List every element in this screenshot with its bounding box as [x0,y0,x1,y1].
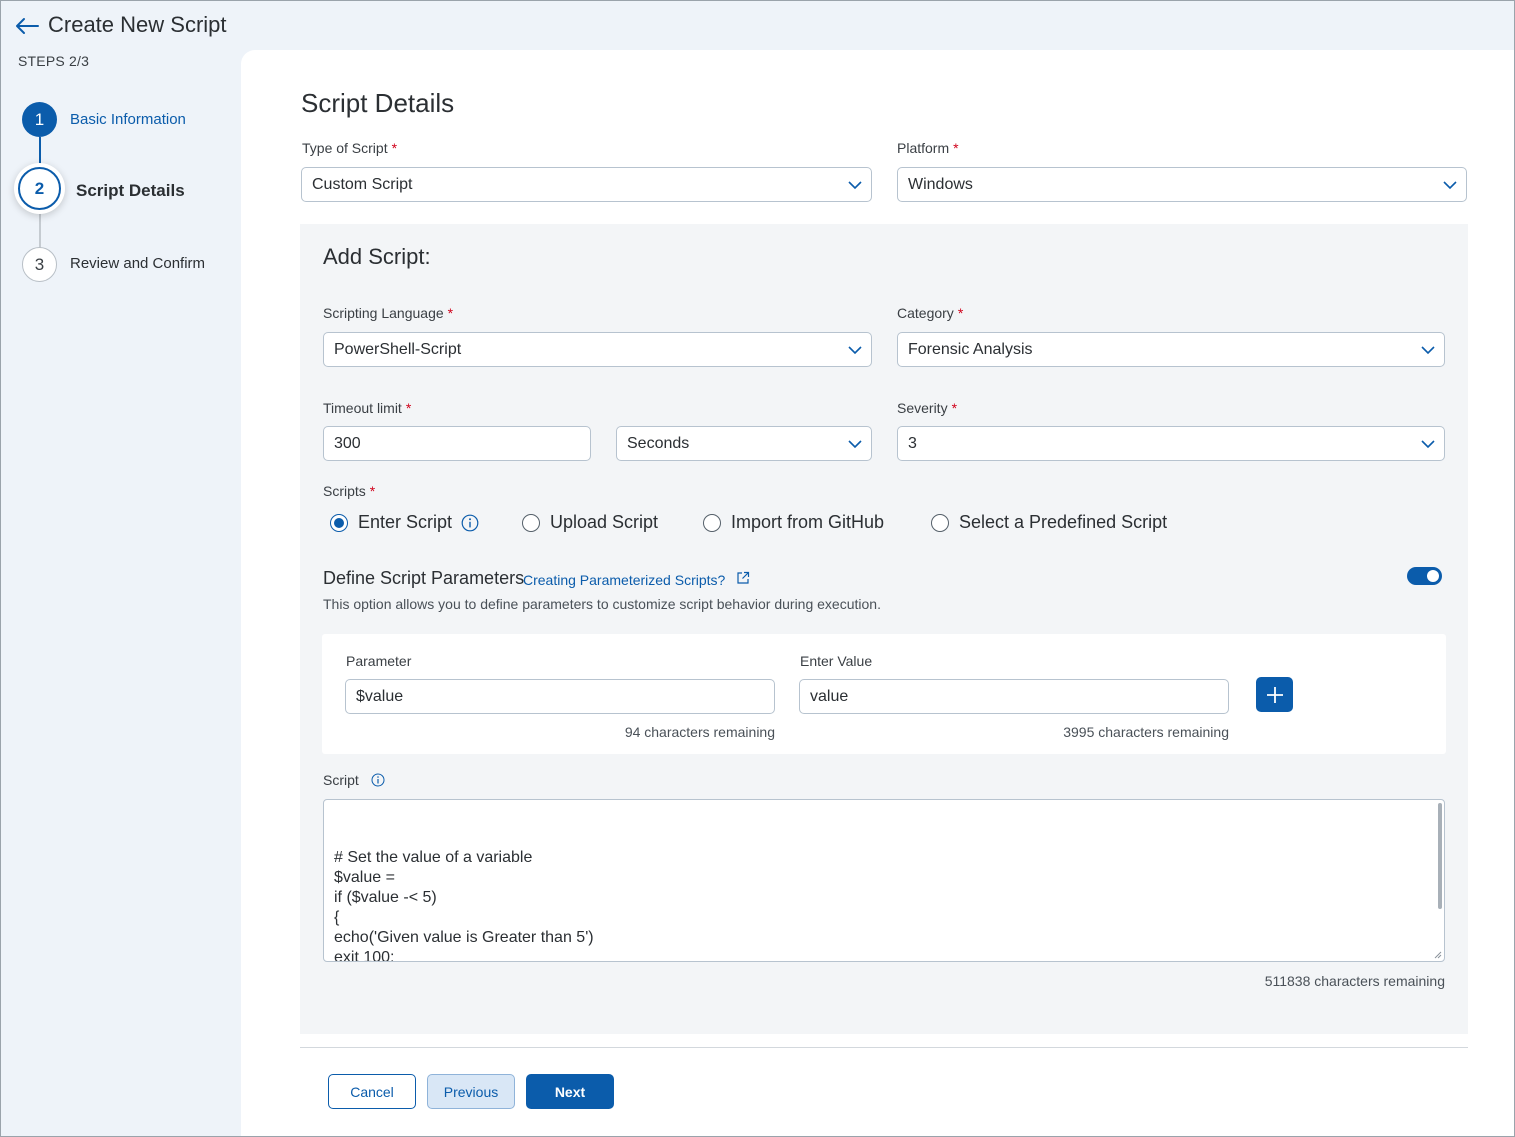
value-input[interactable]: value [799,679,1229,714]
step-2-label: Script Details [76,181,185,200]
scrollbar-thumb[interactable] [1438,803,1442,909]
timeout-label: Timeout limit * [323,400,412,416]
scripting-language-label: Scripting Language * [323,305,454,321]
step-1-indicator[interactable]: 1 [22,102,57,137]
add-script-panel: Add Script: Scripting Language * PowerShe… [300,224,1468,1034]
parameters-toggle[interactable] [1407,567,1442,585]
parameter-char-count: 94 characters remaining [624,724,775,740]
chevron-down-icon [848,181,862,190]
script-label: Script [323,772,385,788]
info-icon[interactable] [461,514,479,532]
chevron-down-icon [848,440,862,449]
radio-indicator [931,513,949,532]
platform-label: Platform * [897,140,959,156]
parameter-row: Parameter $value 94 characters remaining… [322,634,1446,754]
main-panel: Script Details Type of Script * Custom Sc… [241,50,1514,1136]
scripting-language-select[interactable]: PowerShell-Script [323,332,872,367]
platform-select[interactable]: Windows [897,167,1467,202]
info-icon[interactable] [371,773,385,787]
severity-select[interactable]: 3 [897,426,1445,461]
value-label: Enter Value [800,653,873,669]
add-parameter-button[interactable] [1256,677,1293,712]
parameterized-scripts-link[interactable]: Creating Parameterized Scripts? [523,572,725,588]
chevron-down-icon [1443,181,1457,190]
scripts-label: Scripts * [323,483,376,499]
radio-import-github[interactable]: Import from GitHub [703,512,884,533]
steps-counter: STEPS 2/3 [18,53,90,69]
arrow-left-icon[interactable] [14,14,40,38]
step-connector [39,210,41,248]
define-parameters-description: This option allows you to define paramet… [323,596,881,612]
plus-icon [1266,686,1283,703]
step-2-indicator: 2 [18,167,61,210]
radio-indicator [522,513,540,532]
radio-indicator [703,513,721,532]
timeout-input[interactable]: 300 [323,426,591,461]
chevron-down-icon [1421,346,1435,355]
parameter-label: Parameter [346,653,412,669]
step-connector [39,137,41,169]
type-of-script-select[interactable]: Custom Script [301,167,872,202]
parameter-input[interactable]: $value [345,679,775,714]
timeout-unit-select[interactable]: Seconds [616,426,872,461]
external-link-icon[interactable] [736,571,750,585]
add-script-title: Add Script: [323,244,431,269]
chevron-down-icon [1421,440,1435,449]
script-content: # Set the value of a variable $value = i… [334,849,594,962]
step-1-label[interactable]: Basic Information [70,111,186,128]
category-label: Category * [897,305,964,321]
page-title: Create New Script [48,12,227,37]
radio-enter-script[interactable]: Enter Script [330,512,479,533]
script-editor[interactable]: # Set the value of a variable $value = i… [323,799,1445,962]
step-3-label: Review and Confirm [70,255,206,272]
chevron-down-icon [848,346,862,355]
severity-label: Severity * [897,400,958,416]
previous-button[interactable]: Previous [427,1074,515,1109]
resize-grip-icon[interactable] [1434,951,1442,959]
radio-upload-script[interactable]: Upload Script [522,512,658,533]
script-char-count: 511838 characters remaining [1264,973,1445,989]
radio-predefined-script[interactable]: Select a Predefined Script [931,512,1167,533]
footer-divider [300,1047,1468,1048]
cancel-button[interactable]: Cancel [328,1074,416,1109]
section-title: Script Details [301,88,455,118]
step-3-indicator: 3 [22,247,57,282]
next-button[interactable]: Next [526,1074,614,1109]
value-char-count: 3995 characters remaining [1063,724,1229,740]
category-select[interactable]: Forensic Analysis [897,332,1445,367]
type-of-script-label: Type of Script * [302,140,398,156]
radio-indicator [330,513,348,532]
define-parameters-title: Define Script Parameters [323,568,525,588]
